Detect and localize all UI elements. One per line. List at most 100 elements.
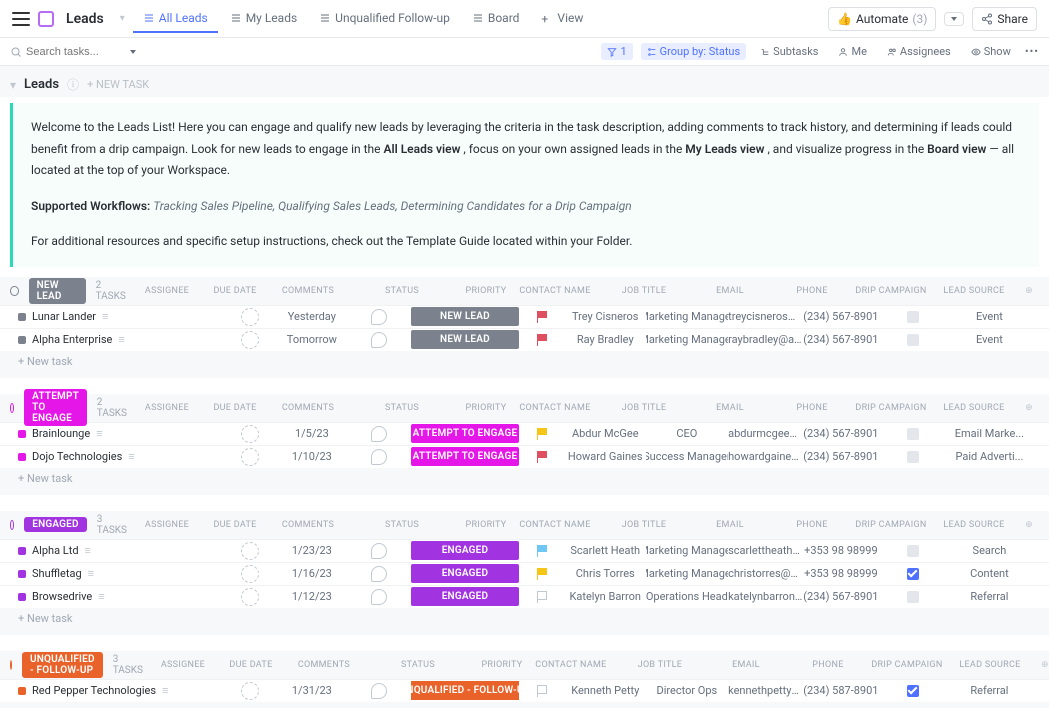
task-row[interactable]: Shuffletag≡1/16/23ENGAGEDChris TorresMar…	[0, 562, 1049, 585]
task-status-square-icon[interactable]	[18, 313, 26, 321]
email-cell[interactable]: katelynbarron@brows	[728, 590, 803, 603]
add-column-icon[interactable]: ⊕	[1019, 403, 1039, 413]
description-icon[interactable]: ≡	[118, 333, 124, 346]
col-lead-source[interactable]: LEAD SOURCE	[929, 286, 1019, 296]
group-collapse-icon[interactable]	[10, 520, 14, 530]
lead-source-cell[interactable]: Event	[948, 333, 1031, 346]
task-status-square-icon[interactable]	[18, 336, 26, 344]
col-drip-campaign[interactable]: DRIP CAMPAIGN	[869, 660, 945, 670]
phone-cell[interactable]: (234) 587-8901	[803, 684, 878, 697]
lead-source-cell[interactable]: Paid Adverti...	[948, 450, 1031, 463]
add-column-icon[interactable]: ⊕	[1019, 520, 1039, 530]
task-name[interactable]: Lunar Lander	[32, 310, 96, 323]
col-lead-source[interactable]: LEAD SOURCE	[929, 520, 1019, 530]
lead-source-cell[interactable]: Search	[948, 544, 1031, 557]
lead-source-cell[interactable]: Event	[948, 310, 1031, 323]
contact-name-cell[interactable]: Scarlett Heath	[565, 544, 646, 557]
drip-cell[interactable]	[878, 685, 948, 697]
comments-cell[interactable]	[347, 683, 411, 699]
group-status-chip[interactable]: NEW LEAD	[29, 278, 86, 304]
email-cell[interactable]: raybradley@alphaent	[728, 333, 803, 346]
col-lead-source[interactable]: LEAD SOURCE	[945, 660, 1035, 670]
task-status-square-icon[interactable]	[18, 570, 26, 578]
col-status[interactable]: STATUS	[343, 286, 461, 296]
comments-cell[interactable]	[347, 332, 411, 348]
status-cell[interactable]: UNQUALIFIED - FOLLOW-UP	[411, 681, 519, 700]
share-button[interactable]: Share	[972, 7, 1037, 31]
group-status-chip[interactable]: ENGAGED	[24, 517, 87, 532]
col-email[interactable]: EMAIL	[689, 403, 771, 413]
more-icon[interactable]: •••	[1025, 45, 1039, 58]
search-input[interactable]	[26, 46, 126, 58]
email-cell[interactable]: treycisneros@lunarla	[728, 310, 803, 323]
col-drip-campaign[interactable]: DRIP CAMPAIGN	[853, 286, 929, 296]
col-email[interactable]: EMAIL	[689, 520, 771, 530]
task-row[interactable]: Dojo Technologies≡1/10/23ATTEMPT TO ENGA…	[0, 445, 1049, 468]
col-job-title[interactable]: JOB TITLE	[599, 286, 689, 296]
col-lead-source[interactable]: LEAD SOURCE	[929, 403, 1019, 413]
job-title-cell[interactable]: Marketing Manager	[646, 333, 729, 346]
collapse-icon[interactable]: ▾	[10, 78, 16, 92]
contact-name-cell[interactable]: Abdur McGee	[565, 427, 646, 440]
comments-cell[interactable]	[347, 426, 411, 442]
comments-cell[interactable]	[347, 309, 411, 325]
status-cell[interactable]: NEW LEAD	[411, 330, 519, 349]
col-email[interactable]: EMAIL	[705, 660, 787, 670]
drip-cell[interactable]	[878, 334, 948, 346]
task-row[interactable]: Brainlounge≡1/5/23ATTEMPT TO ENGAGEAbdur…	[0, 422, 1049, 445]
job-title-cell[interactable]: Marketing Manager	[646, 544, 729, 557]
priority-cell[interactable]	[519, 545, 565, 557]
comments-cell[interactable]	[347, 566, 411, 582]
col-priority[interactable]: PRIORITY	[461, 403, 511, 413]
priority-cell[interactable]	[519, 685, 565, 697]
due-date-cell[interactable]: 1/5/23	[277, 427, 347, 440]
contact-name-cell[interactable]: Katelyn Barron	[565, 590, 646, 603]
status-cell[interactable]: ATTEMPT TO ENGAGE	[411, 447, 519, 466]
add-column-icon[interactable]: ⊕	[1019, 286, 1039, 296]
col-contact-name[interactable]: CONTACT NAME	[511, 286, 599, 296]
comments-cell[interactable]	[347, 589, 411, 605]
contact-name-cell[interactable]: Trey Cisneros	[565, 310, 646, 323]
new-task-button[interactable]: + New task	[0, 468, 1049, 489]
comments-cell[interactable]	[347, 449, 411, 465]
due-date-cell[interactable]: 1/12/23	[277, 590, 347, 603]
due-date-cell[interactable]: 1/31/23	[277, 684, 347, 697]
email-cell[interactable]: abdurmcgee@brainlc	[728, 427, 803, 440]
priority-cell[interactable]	[519, 568, 565, 580]
task-name[interactable]: Browsedrive	[32, 590, 92, 603]
due-date-cell[interactable]: Yesterday	[277, 310, 347, 323]
task-status-square-icon[interactable]	[18, 593, 26, 601]
description-icon[interactable]: ≡	[162, 684, 168, 697]
task-row[interactable]: Red Pepper Technologies≡1/31/23UNQUALIFI…	[0, 679, 1049, 702]
contact-name-cell[interactable]: Ray Bradley	[565, 333, 646, 346]
col-email[interactable]: EMAIL	[689, 286, 771, 296]
task-name[interactable]: Alpha Enterprise	[32, 333, 112, 346]
job-title-cell[interactable]: Marketing Manager	[646, 310, 729, 323]
comments-cell[interactable]	[347, 543, 411, 559]
col-phone[interactable]: PHONE	[771, 520, 853, 530]
drip-cell[interactable]	[878, 568, 948, 580]
view-tab-all-leads[interactable]: All Leads	[133, 5, 218, 33]
assignee-cell[interactable]	[222, 331, 277, 349]
task-row[interactable]: Alpha Ltd≡1/23/23ENGAGEDScarlett HeathMa…	[0, 539, 1049, 562]
col-due-date[interactable]: DUE DATE	[213, 660, 289, 670]
task-status-square-icon[interactable]	[18, 547, 26, 555]
col-due-date[interactable]: DUE DATE	[197, 286, 273, 296]
col-status[interactable]: STATUS	[343, 520, 461, 530]
col-phone[interactable]: PHONE	[771, 403, 853, 413]
status-cell[interactable]: ENGAGED	[411, 587, 519, 606]
email-cell[interactable]: scarlettheath@alphal	[728, 544, 803, 557]
view-tab-unqualified-follow-up[interactable]: Unqualified Follow-up	[309, 5, 460, 33]
job-title-cell[interactable]: Operations Head	[646, 590, 729, 603]
new-task-button[interactable]: + New task	[0, 608, 1049, 629]
task-status-square-icon[interactable]	[18, 453, 26, 461]
task-row[interactable]: Alpha Enterprise≡TomorrowNEW LEADRay Bra…	[0, 328, 1049, 351]
col-status[interactable]: STATUS	[359, 660, 477, 670]
col-drip-campaign[interactable]: DRIP CAMPAIGN	[853, 403, 929, 413]
status-cell[interactable]: ATTEMPT TO ENGAGE	[411, 424, 519, 443]
add-view-button[interactable]: +View	[531, 5, 593, 33]
job-title-cell[interactable]: Director Ops	[646, 684, 729, 697]
phone-cell[interactable]: (234) 567-8901	[803, 450, 878, 463]
priority-cell[interactable]	[519, 428, 565, 440]
assignee-cell[interactable]	[222, 448, 277, 466]
